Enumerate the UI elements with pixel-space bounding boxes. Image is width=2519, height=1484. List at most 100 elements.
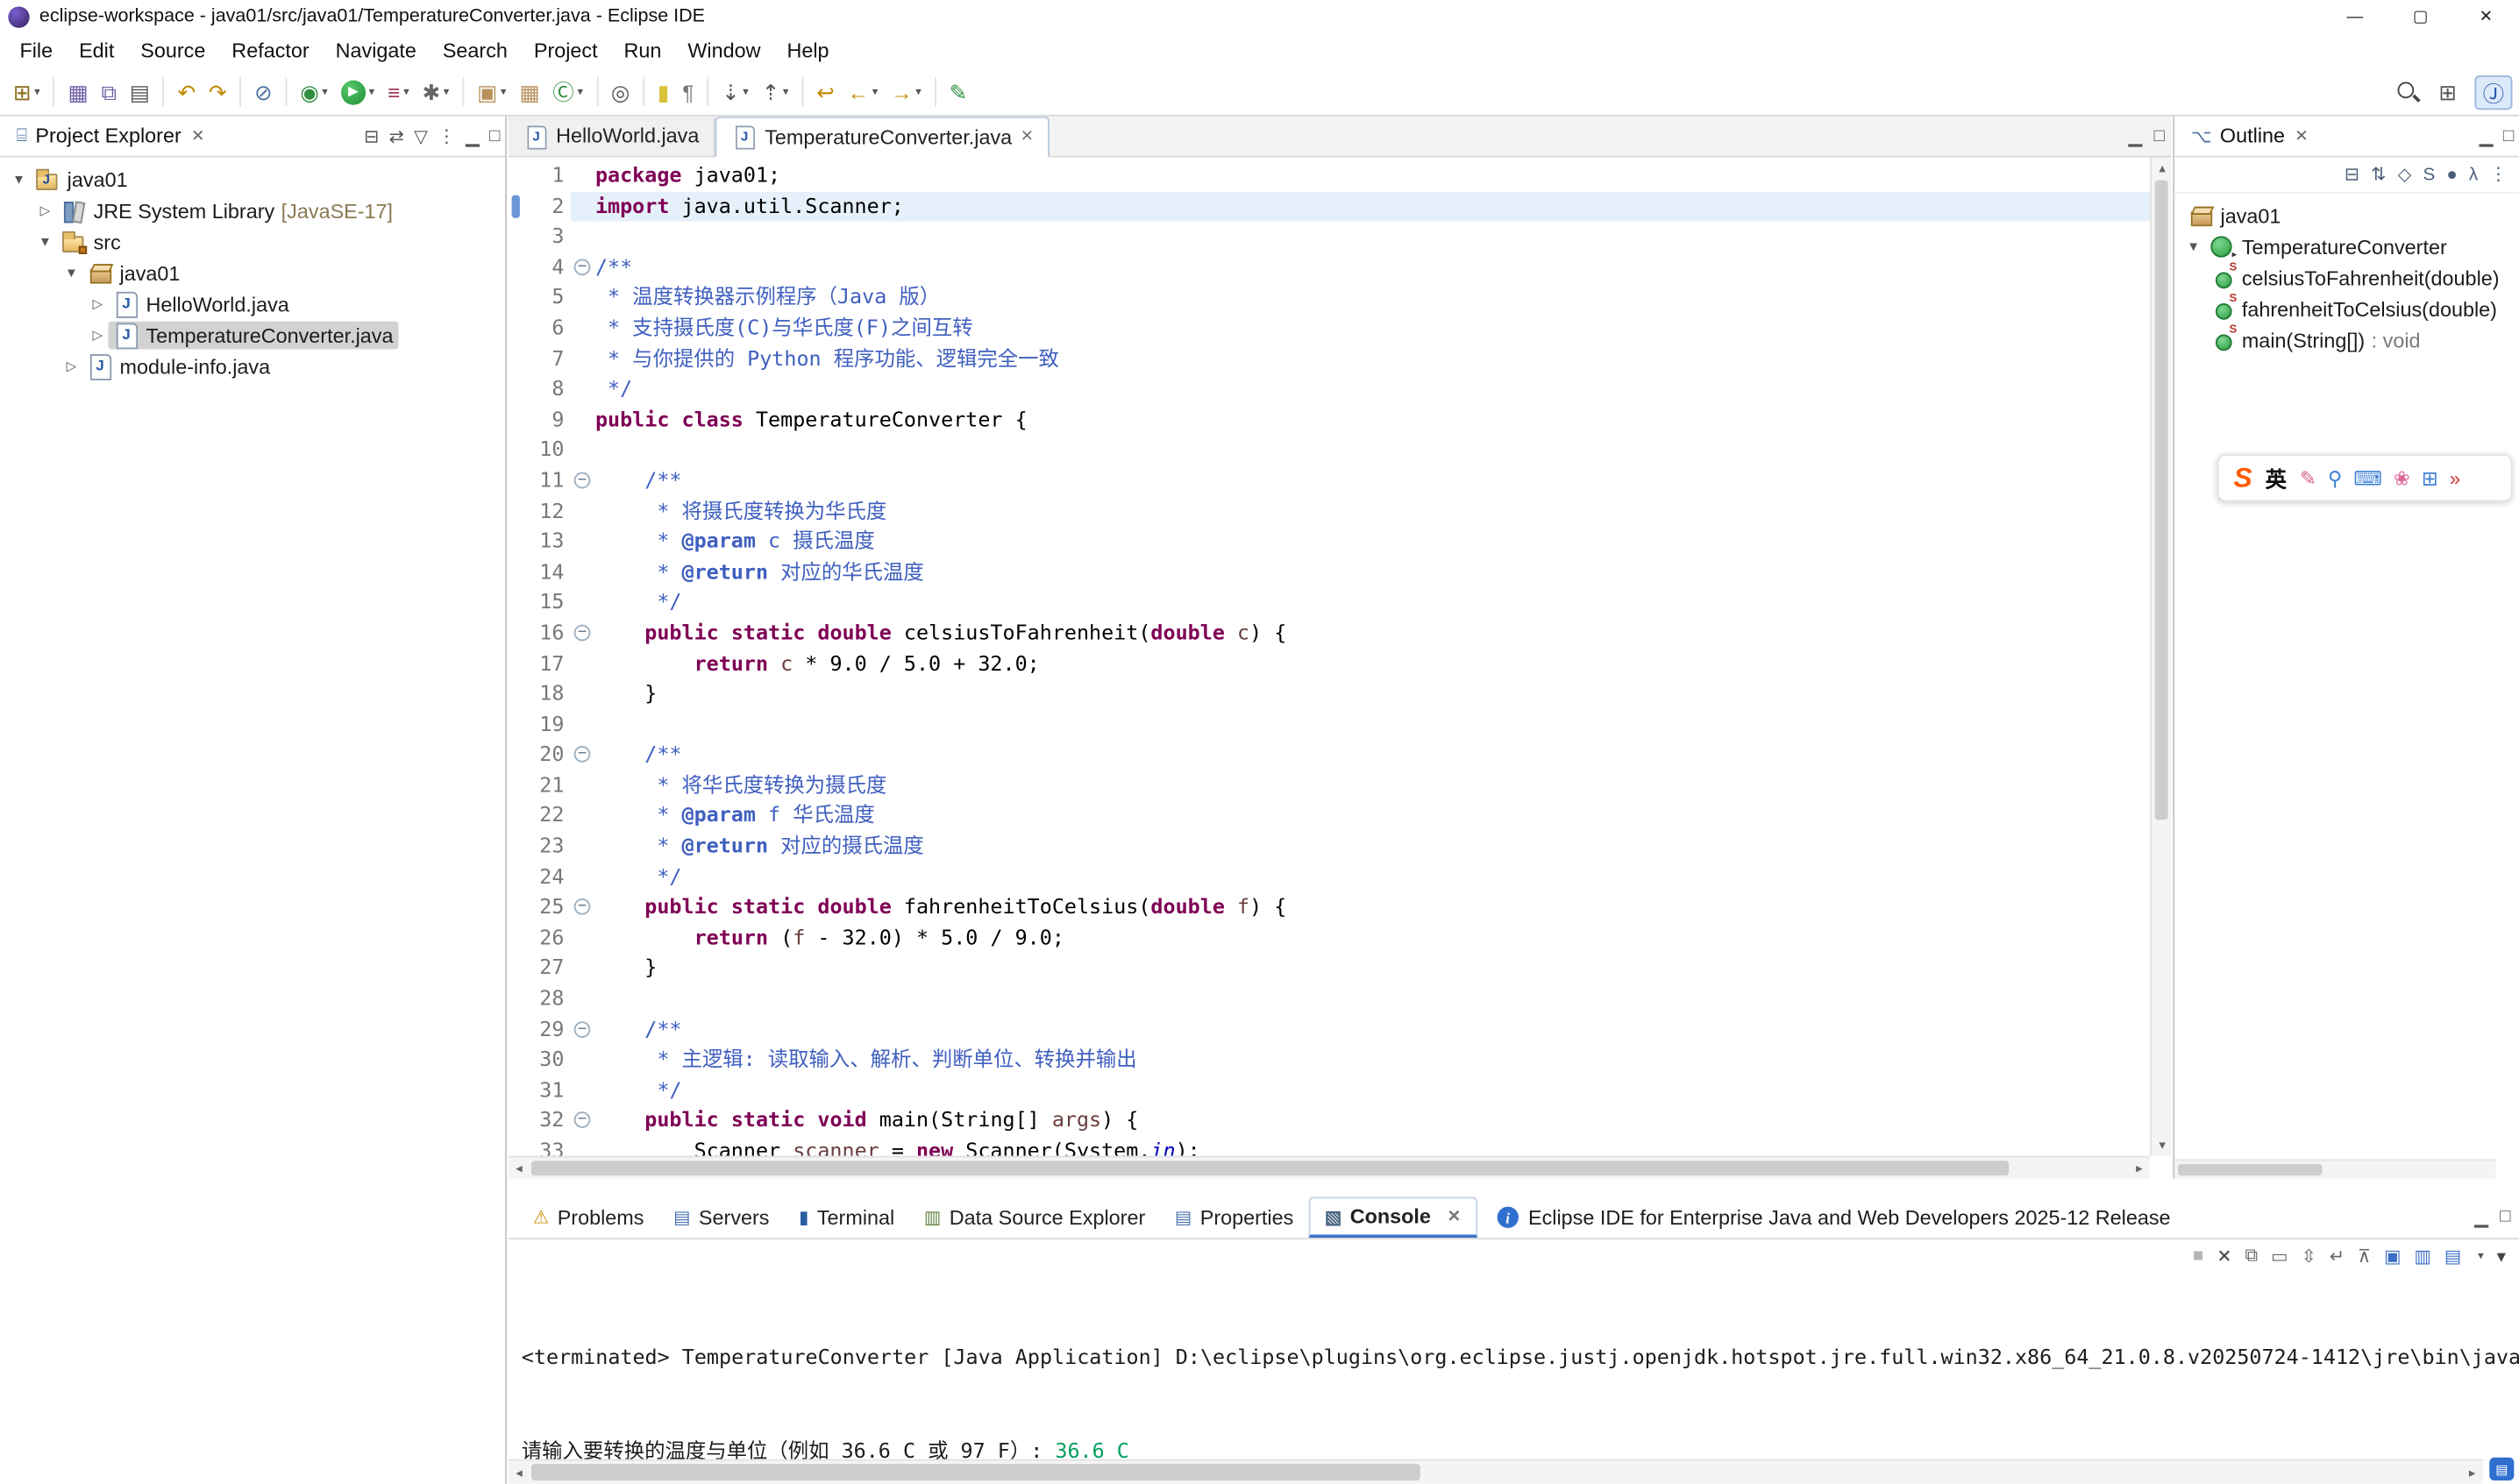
sort-icon[interactable]: ⇅ — [2371, 164, 2386, 185]
dropdown-arrow-icon[interactable]: ▾ — [403, 85, 409, 98]
dropdown-arrow-icon[interactable]: ▾ — [501, 85, 507, 98]
tree-item-temperatureconverter-java[interactable]: ▷JTemperatureConverter.java — [0, 320, 505, 351]
dropdown-arrow-icon[interactable]: ▾ — [743, 85, 749, 98]
menu-help[interactable]: Help — [774, 34, 843, 67]
close-window-button[interactable]: ✕ — [2453, 0, 2519, 32]
code-text[interactable] — [595, 222, 2150, 252]
close-icon[interactable]: ✕ — [2295, 127, 2309, 146]
scroll-left-icon[interactable]: ◂ — [509, 1158, 530, 1179]
next-annotation-button[interactable]: ⇣▾ — [716, 74, 753, 110]
tree-item-src[interactable]: ▼src — [0, 226, 505, 258]
fold-collapse-icon[interactable]: − — [574, 898, 591, 915]
code-text[interactable]: /** — [595, 252, 2150, 283]
code-text[interactable]: * @param f 华氏温度 — [595, 801, 2150, 832]
maximize-window-button[interactable]: ▢ — [2387, 0, 2453, 32]
code-text[interactable]: /** — [595, 1014, 2150, 1045]
pin-console-icon[interactable]: ⊼ — [2358, 1246, 2371, 1267]
collapse-all-icon[interactable]: ⊟ — [2345, 164, 2359, 185]
code-text[interactable]: public static double fahrenheitToCelsius… — [595, 892, 2150, 923]
code-text[interactable]: public class TemperatureConverter { — [595, 405, 2150, 436]
dropdown-arrow-icon[interactable]: ▾ — [322, 85, 328, 98]
new-class-button[interactable]: Ⓒ▾ — [548, 74, 588, 110]
code-text[interactable]: * @return 对应的摄氏温度 — [595, 831, 2150, 862]
tree-item-java01[interactable]: ▼Jjava01 — [0, 164, 505, 195]
ime-mic-icon[interactable]: ⚲ — [2328, 466, 2342, 489]
editor-vscrollbar[interactable]: ▴ ▾ — [2150, 158, 2171, 1156]
hide-fields-icon[interactable]: ◇ — [2398, 164, 2412, 185]
code-text[interactable]: * @param c 摄氏温度 — [595, 527, 2150, 557]
collapse-all-icon[interactable]: ⊟ — [364, 125, 379, 146]
search-icon[interactable] — [2396, 81, 2421, 105]
tree-item-temperatureconverter[interactable]: ▼▸TemperatureConverter — [2174, 231, 2519, 263]
show-whitespace-button[interactable]: ¶ — [678, 74, 699, 110]
menu-navigate[interactable]: Navigate — [323, 34, 430, 67]
tree-item-module-info-java[interactable]: ▷Jmodule-info.java — [0, 351, 505, 382]
code-text[interactable]: } — [595, 954, 2150, 984]
scroll-right-icon[interactable]: ▸ — [2461, 1462, 2482, 1483]
show-on-stderr-icon[interactable]: ▥ — [2414, 1246, 2430, 1267]
link-with-editor-icon[interactable]: ⇄ — [389, 125, 404, 146]
code-text[interactable]: Scanner scanner = new Scanner(System.in)… — [595, 1136, 2150, 1155]
undo-button[interactable]: ↶ — [173, 74, 201, 110]
code-text[interactable]: /** — [595, 740, 2150, 770]
ime-toolbox-icon[interactable]: ⊞ — [2422, 466, 2438, 489]
dropdown-arrow-icon[interactable]: ▾ — [444, 85, 450, 98]
maximize-icon[interactable]: □ — [2500, 1207, 2510, 1228]
hide-local-types-icon[interactable]: λ — [2469, 165, 2478, 184]
dropdown-arrow-icon[interactable]: ▾ — [2478, 1249, 2484, 1262]
scroll-right-icon[interactable]: ▸ — [2129, 1158, 2150, 1179]
mark-occurrences-button[interactable]: ▮ — [652, 74, 674, 110]
menu-run[interactable]: Run — [611, 34, 675, 67]
code-text[interactable]: * 将华氏度转换为摄氏度 — [595, 770, 2150, 801]
outline-hscroll-thumb[interactable] — [2178, 1164, 2323, 1175]
chevron-right-icon[interactable]: ▷ — [34, 203, 55, 218]
code-text[interactable] — [595, 435, 2150, 465]
menu-window[interactable]: Window — [674, 34, 773, 67]
tab-servers[interactable]: ▤Servers — [658, 1196, 784, 1238]
print-button[interactable]: ▤ — [125, 74, 154, 110]
chevron-right-icon[interactable]: ▷ — [87, 328, 108, 343]
notification-icon[interactable]: ▤ — [2489, 1458, 2514, 1480]
code-text[interactable]: public static double celsiusToFahrenheit… — [595, 618, 2150, 649]
remove-all-terminated-icon[interactable]: ⧉ — [2245, 1246, 2259, 1267]
minimize-icon[interactable]: ▁ — [2474, 1207, 2488, 1228]
code-text[interactable]: public static void main(String[] args) { — [595, 1105, 2150, 1136]
word-wrap-icon[interactable]: ↵ — [2330, 1246, 2345, 1267]
fold-collapse-icon[interactable]: − — [574, 624, 591, 641]
code-text[interactable]: */ — [595, 862, 2150, 892]
ime-pen-icon[interactable]: ✎ — [2300, 466, 2316, 489]
tab-outline[interactable]: ⌥ Outline ✕ — [2181, 117, 2319, 156]
search-dialog-button[interactable]: ◎ — [606, 74, 634, 110]
code-text[interactable]: import java.util.Scanner; — [595, 191, 2150, 222]
run-button[interactable]: ▶▾ — [336, 74, 380, 110]
console-hscrollbar[interactable]: ◂ ▸ — [509, 1459, 2483, 1484]
editor-tab-helloworld-java[interactable]: JHelloWorld.java — [509, 117, 715, 156]
tree-item-java01[interactable]: java01 — [2174, 200, 2519, 231]
chevron-right-icon[interactable]: ▷ — [60, 359, 82, 374]
menu-source[interactable]: Source — [127, 34, 218, 67]
tab-data-source-explorer[interactable]: ▥Data Source Explorer — [909, 1196, 1160, 1238]
scroll-lock-icon[interactable]: ⇳ — [2302, 1246, 2316, 1267]
dropdown-arrow-icon[interactable]: ▾ — [872, 85, 879, 98]
vscroll-thumb[interactable] — [2155, 181, 2168, 820]
editor-tab-temperatureconverter-java[interactable]: JTemperatureConverter.java✕ — [715, 117, 1050, 158]
redo-button[interactable]: ↷ — [203, 74, 231, 110]
fold-collapse-icon[interactable]: − — [574, 472, 591, 489]
chevron-down-icon[interactable]: ▼ — [34, 234, 55, 249]
fold-collapse-icon[interactable]: − — [574, 1112, 591, 1129]
minimize-icon[interactable]: ▁ — [2480, 125, 2494, 146]
tab-project-explorer[interactable]: ⌸ Project Explorer ✕ — [6, 117, 214, 156]
code-text[interactable]: package java01; — [595, 160, 2150, 191]
ime-language-indicator[interactable]: 英 — [2266, 462, 2287, 493]
view-menu-icon[interactable]: ⋮ — [438, 125, 456, 146]
tree-item-helloworld-java[interactable]: ▷JHelloWorld.java — [0, 288, 505, 320]
scroll-up-icon[interactable]: ▴ — [2152, 158, 2173, 179]
previous-annotation-button[interactable]: ⇡▾ — [757, 74, 793, 110]
forward-button[interactable]: →▾ — [886, 74, 927, 110]
code-text[interactable]: } — [595, 679, 2150, 710]
scroll-down-icon[interactable]: ▾ — [2152, 1134, 2173, 1155]
dropdown-arrow-icon[interactable]: ▾ — [369, 85, 375, 98]
menu-search[interactable]: Search — [430, 34, 521, 67]
view-menu-icon[interactable]: ⋮ — [2489, 164, 2508, 185]
show-on-stdout-icon[interactable]: ▣ — [2384, 1246, 2401, 1267]
